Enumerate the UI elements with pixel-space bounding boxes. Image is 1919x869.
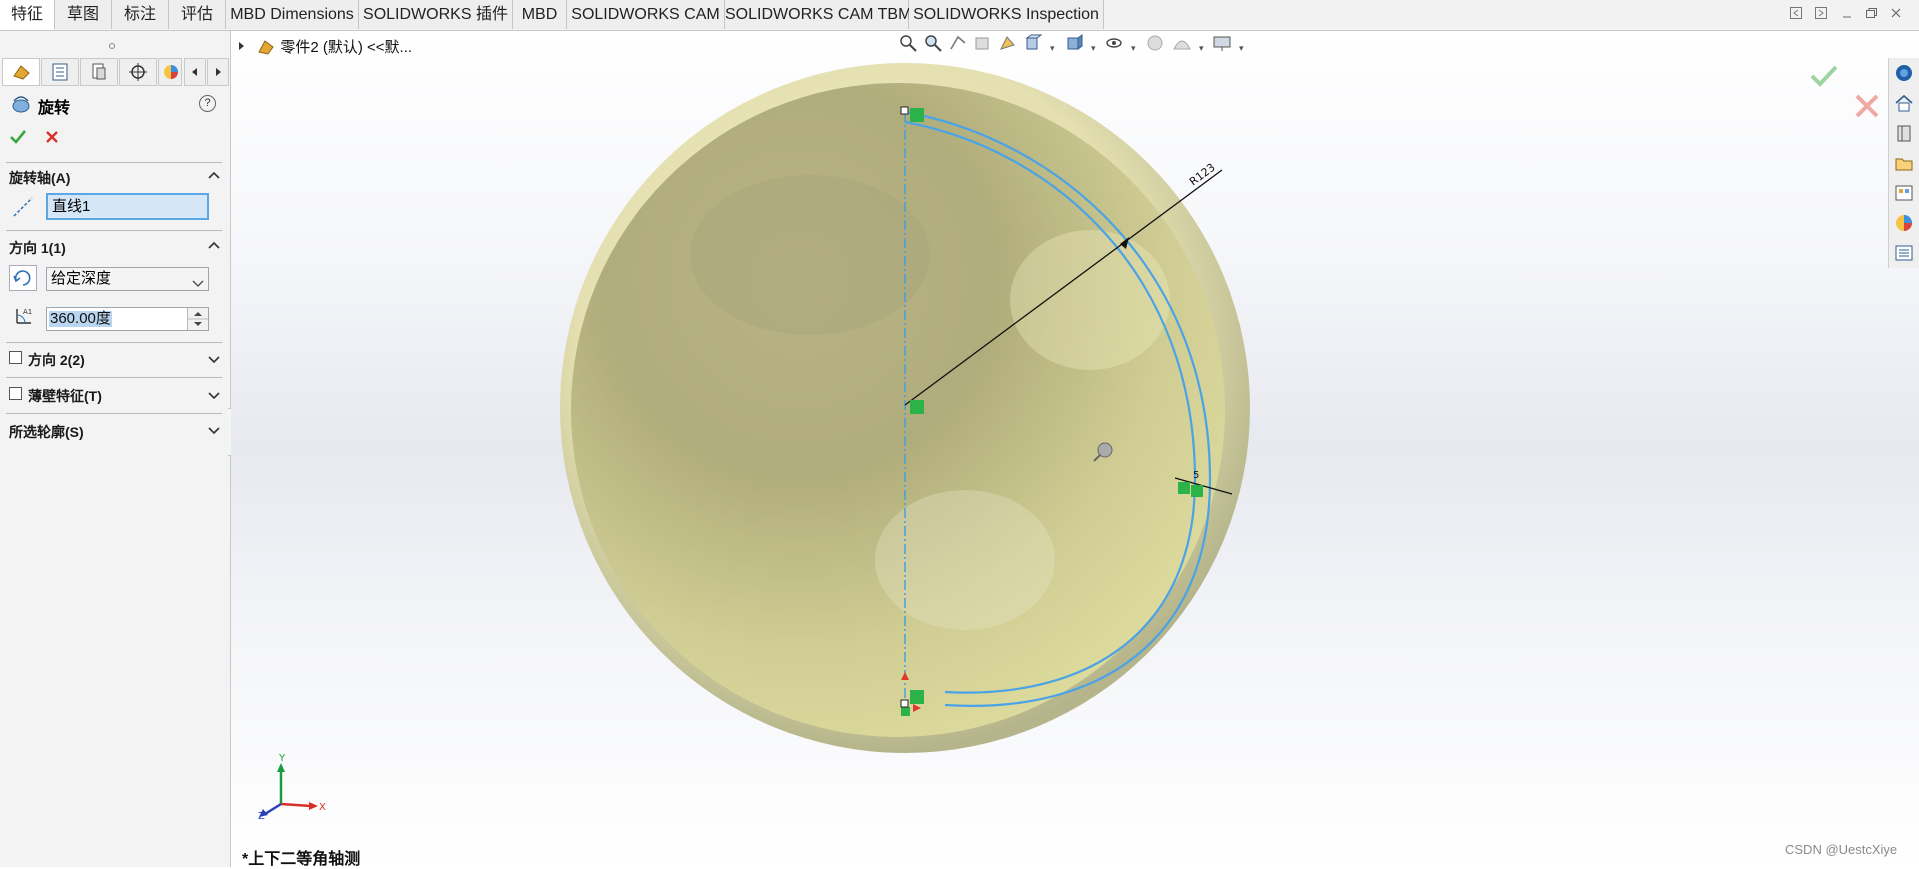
triad-x-arrow-icon bbox=[309, 802, 318, 810]
sketch-origin-icon bbox=[901, 707, 910, 716]
sketch-relation-icon bbox=[1178, 482, 1190, 494]
sketch-relation-icon bbox=[910, 108, 924, 122]
coordinate-triad: Y X Z bbox=[258, 753, 326, 822]
model-canvas: R123 5 Y X Z bbox=[258, 63, 1250, 822]
triad-y-label: Y bbox=[278, 753, 286, 764]
sketch-endpoint-icon[interactable] bbox=[900, 106, 909, 115]
triad-z-axis bbox=[264, 802, 282, 816]
thickness-dimension-label[interactable]: 5 bbox=[1193, 470, 1199, 481]
triad-x-label: X bbox=[319, 802, 326, 813]
sketch-relation-icon bbox=[910, 400, 924, 414]
watermark: CSDN @UestcXiye bbox=[1785, 842, 1898, 857]
triad-y-arrow-icon bbox=[277, 763, 285, 772]
sketch-endpoint-icon[interactable] bbox=[900, 699, 909, 708]
view-orientation-label: *上下二等角轴测 bbox=[242, 851, 361, 868]
sketch-relation-icon bbox=[910, 690, 924, 704]
triad-x-axis bbox=[280, 802, 312, 808]
triad-z-label: Z bbox=[258, 811, 265, 822]
sketch-relation-icon bbox=[1191, 485, 1203, 497]
